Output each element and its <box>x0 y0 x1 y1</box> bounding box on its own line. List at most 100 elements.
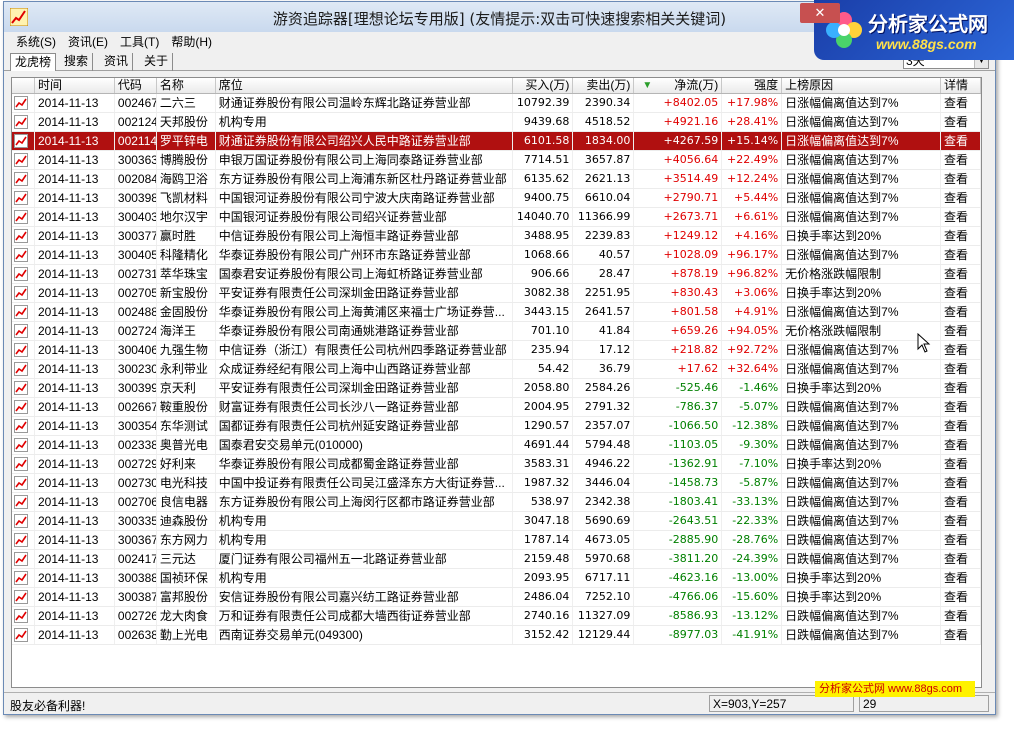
window-close-button[interactable]: ✕ <box>800 3 840 23</box>
table-row[interactable]: 2014-11-13 002726 龙大肉食 万和证券有限责任公司成都大墙西街证券营业… <box>12 607 981 626</box>
row-net: -1458.73 <box>634 474 723 492</box>
row-detail-link[interactable]: 查看 <box>941 493 981 511</box>
table-row[interactable]: 2014-11-13 300403 地尔汉宇 中国银河证券股份有限公司绍兴证券营业部 1… <box>12 208 981 227</box>
row-detail-link[interactable]: 查看 <box>941 170 981 188</box>
row-seat: 机构专用 <box>216 113 514 131</box>
header-net[interactable]: ▼ 净流(万) <box>634 78 723 93</box>
stock-chart-icon <box>14 362 28 376</box>
row-detail-link[interactable]: 查看 <box>941 607 981 625</box>
row-name: 京天利 <box>157 379 216 397</box>
stock-chart-icon <box>14 286 28 300</box>
table-row[interactable]: 2014-11-13 002467 二六三 财通证券股份有限公司温岭东辉北路证券营业部… <box>12 94 981 113</box>
row-seat: 东方证券股份有限公司上海闵行区都市路证券营业部 <box>216 493 514 511</box>
table-row[interactable]: 2014-11-13 002729 好利来 华泰证券股份有限公司成都蜀金路证券营业部 3… <box>12 455 981 474</box>
row-detail-link[interactable]: 查看 <box>941 379 981 397</box>
row-strength: +12.24% <box>722 170 783 188</box>
header-strength[interactable]: 强度 <box>722 78 783 93</box>
row-detail-link[interactable]: 查看 <box>941 360 981 378</box>
row-detail-link[interactable]: 查看 <box>941 569 981 587</box>
table-row[interactable]: 2014-11-13 002338 奥普光电 国泰君安交易单元(010000) 4691… <box>12 436 981 455</box>
row-detail-link[interactable]: 查看 <box>941 436 981 454</box>
row-detail-link[interactable]: 查看 <box>941 474 981 492</box>
row-detail-link[interactable]: 查看 <box>941 303 981 321</box>
row-detail-link[interactable]: 查看 <box>941 265 981 283</box>
table-row[interactable]: 2014-11-13 002417 三元达 厦门证券有限公司福州五一北路证券营业部 21… <box>12 550 981 569</box>
row-strength: -15.60% <box>722 588 783 606</box>
tab-dragon-tiger[interactable]: 龙虎榜 <box>10 53 57 71</box>
table-row[interactable]: 2014-11-13 300363 博腾股份 申银万国证券股份有限公司上海同泰路证券营… <box>12 151 981 170</box>
table-row[interactable]: 2014-11-13 002706 良信电器 东方证券股份有限公司上海闵行区都市路证券… <box>12 493 981 512</box>
row-detail-link[interactable]: 查看 <box>941 531 981 549</box>
menu-tools[interactable]: 工具(T) <box>114 33 165 50</box>
row-buy: 14040.70 <box>513 208 574 226</box>
row-icon-cell <box>12 569 35 587</box>
table-row[interactable]: 2014-11-13 002724 海洋王 华泰证券股份有限公司南通姚港路证券营业部 7… <box>12 322 981 341</box>
row-detail-link[interactable]: 查看 <box>941 455 981 473</box>
row-detail-link[interactable]: 查看 <box>941 208 981 226</box>
table-row[interactable]: 2014-11-13 300335 迪森股份 机构专用 3047.18 5690.69 -2… <box>12 512 981 531</box>
row-detail-link[interactable]: 查看 <box>941 626 981 644</box>
tab-search[interactable]: 搜索 <box>60 53 94 71</box>
table-row[interactable]: 2014-11-13 002667 鞍重股份 财富证券有限责任公司长沙八一路证券营业部… <box>12 398 981 417</box>
row-sell: 2390.34 <box>573 94 635 112</box>
menu-help[interactable]: 帮助(H) <box>165 33 218 50</box>
row-detail-link[interactable]: 查看 <box>941 246 981 264</box>
table-row[interactable]: 2014-11-13 002488 金固股份 华泰证券股份有限公司上海黄浦区来福士广场… <box>12 303 981 322</box>
table-row[interactable]: 2014-11-13 002084 海鸥卫浴 东方证券股份有限公司上海浦东新区杜丹路证… <box>12 170 981 189</box>
row-detail-link[interactable]: 查看 <box>941 588 981 606</box>
table-row[interactable]: 2014-11-13 002705 新宝股份 平安证券有限责任公司深圳金田路证券营业部… <box>12 284 981 303</box>
table-row[interactable]: 2014-11-13 300405 科隆精化 华泰证券股份有限公司广州环市东路证券营业… <box>12 246 981 265</box>
table-row[interactable]: 2014-11-13 300367 东方网力 机构专用 1787.14 4673.05 -2… <box>12 531 981 550</box>
menu-info[interactable]: 资讯(E) <box>62 33 114 50</box>
row-code: 002705 <box>115 284 157 302</box>
table-row[interactable]: 2014-11-13 002638 勤上光电 西南证券交易单元(049300) 3152… <box>12 626 981 645</box>
table-row[interactable]: 2014-11-13 002114 罗平锌电 财通证券股份有限公司绍兴人民中路证券营业… <box>12 132 981 151</box>
row-date: 2014-11-13 <box>35 531 115 549</box>
row-date: 2014-11-13 <box>35 341 115 359</box>
row-detail-link[interactable]: 查看 <box>941 132 981 150</box>
menu-system[interactable]: 系统(S) <box>10 33 62 50</box>
table-row[interactable]: 2014-11-13 300230 永利带业 众成证券经纪有限公司上海中山西路证券营业… <box>12 360 981 379</box>
row-detail-link[interactable]: 查看 <box>941 113 981 131</box>
row-detail-link[interactable]: 查看 <box>941 417 981 435</box>
row-detail-link[interactable]: 查看 <box>941 189 981 207</box>
row-detail-link[interactable]: 查看 <box>941 227 981 245</box>
row-date: 2014-11-13 <box>35 436 115 454</box>
row-detail-link[interactable]: 查看 <box>941 151 981 169</box>
row-detail-link[interactable]: 查看 <box>941 512 981 530</box>
table-row[interactable]: 2014-11-13 300398 飞凯材料 中国银河证券股份有限公司宁波大庆南路证券… <box>12 189 981 208</box>
row-reason: 日跌幅偏离值达到7% <box>782 493 941 511</box>
table-row[interactable]: 2014-11-13 002730 电光科技 中国中投证券有限责任公司吴江盛泽东方大街… <box>12 474 981 493</box>
row-name: 海洋王 <box>157 322 216 340</box>
row-icon-cell <box>12 379 35 397</box>
row-buy: 3443.15 <box>513 303 574 321</box>
table-row[interactable]: 2014-11-13 300354 东华测试 国都证券有限责任公司杭州延安路证券营业部… <box>12 417 981 436</box>
row-detail-link[interactable]: 查看 <box>941 341 981 359</box>
header-name[interactable]: 名称 <box>157 78 216 93</box>
table-row[interactable]: 2014-11-13 300377 赢时胜 中信证券股份有限公司上海恒丰路证券营业部 3… <box>12 227 981 246</box>
tab-news[interactable]: 资讯 <box>100 53 134 71</box>
row-name: 东方网力 <box>157 531 216 549</box>
table-row[interactable]: 2014-11-13 002731 萃华珠宝 国泰君安证券股份有限公司上海虹桥路证券营… <box>12 265 981 284</box>
row-detail-link[interactable]: 查看 <box>941 94 981 112</box>
row-detail-link[interactable]: 查看 <box>941 322 981 340</box>
row-buy: 2740.16 <box>513 607 574 625</box>
header-code[interactable]: 代码 <box>115 78 157 93</box>
row-seat: 中国银河证券股份有限公司宁波大庆南路证券营业部 <box>216 189 514 207</box>
row-detail-link[interactable]: 查看 <box>941 550 981 568</box>
row-name: 国祯环保 <box>157 569 216 587</box>
header-detail[interactable]: 详情 <box>941 78 981 93</box>
table-row[interactable]: 2014-11-13 300388 国祯环保 机构专用 2093.95 6717.11 -4… <box>12 569 981 588</box>
table-row[interactable]: 2014-11-13 002124 天邦股份 机构专用 9439.68 4518.52 +4… <box>12 113 981 132</box>
header-seat[interactable]: 席位 <box>216 78 514 93</box>
header-buy[interactable]: 买入(万) <box>513 78 574 93</box>
header-time[interactable]: 时间 <box>35 78 115 93</box>
header-reason[interactable]: 上榜原因 <box>782 78 941 93</box>
table-row[interactable]: 2014-11-13 300399 京天利 平安证券有限责任公司深圳金田路证券营业部 2… <box>12 379 981 398</box>
header-sell[interactable]: 卖出(万) <box>573 78 635 93</box>
row-detail-link[interactable]: 查看 <box>941 398 981 416</box>
table-row[interactable]: 2014-11-13 300387 富邦股份 安信证券股份有限公司嘉兴纺工路证券营业部… <box>12 588 981 607</box>
row-detail-link[interactable]: 查看 <box>941 284 981 302</box>
table-row[interactable]: 2014-11-13 300406 九强生物 中信证券（浙江）有限责任公司杭州四季路证… <box>12 341 981 360</box>
tab-about[interactable]: 关于 <box>140 53 174 71</box>
